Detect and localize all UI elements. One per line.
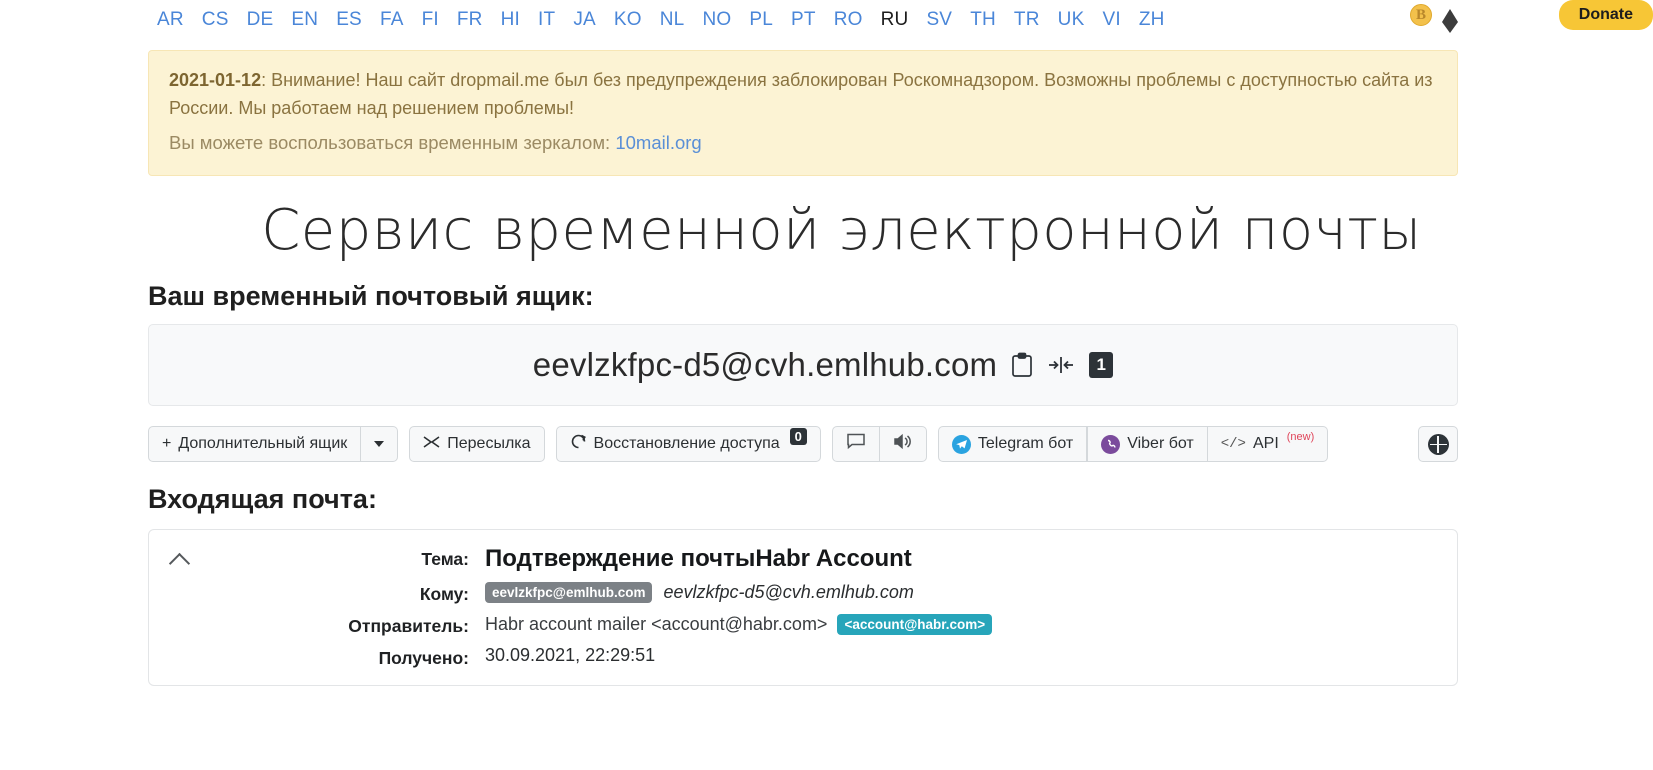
lang-link-ru[interactable]: RU <box>872 9 918 31</box>
lang-link-ro[interactable]: RO <box>825 9 872 31</box>
lang-link-uk[interactable]: UK <box>1049 9 1094 31</box>
chat-bubble-icon <box>846 433 866 455</box>
page-title: Сервис временной электронной почты <box>261 198 1422 264</box>
bitcoin-icon[interactable]: B <box>1410 4 1432 26</box>
restore-access-button[interactable]: Восстановление доступа 0 <box>555 426 821 463</box>
mail-list-item[interactable]: Тема: Подтверждение почтыHabr Account Ко… <box>148 529 1458 686</box>
mail-to-address: eevlzkfpc-d5@cvh.emlhub.com <box>663 581 914 602</box>
mail-header-fields: Тема: Подтверждение почтыHabr Account Ко… <box>209 545 993 668</box>
mail-sender-row: Habr account mailer <account@habr.com> <… <box>485 613 993 635</box>
viber-label: Viber бот <box>1127 435 1194 453</box>
forward-button[interactable]: Пересылка <box>409 426 545 463</box>
notice-mirror-text: Вы можете воспользоваться временным зерк… <box>169 131 616 153</box>
lang-link-es[interactable]: ES <box>327 9 371 31</box>
mail-to-row: eevlzkfpc@emlhub.com eevlzkfpc-d5@cvh.em… <box>485 581 992 603</box>
donate-button[interactable]: Donate <box>1558 0 1653 30</box>
bots-group: Telegram бот Viber бот </> API (new) <box>937 426 1329 463</box>
sender-label: Отправитель: <box>348 615 469 636</box>
api-button[interactable]: </> API (new) <box>1207 426 1329 463</box>
lang-link-ko[interactable]: KO <box>605 9 651 31</box>
globe-settings-icon <box>1427 433 1449 455</box>
add-extra-mailbox-button[interactable]: + Дополнительный ящик <box>148 426 362 463</box>
lang-link-pt[interactable]: PT <box>782 9 825 31</box>
refresh-icon <box>570 434 587 454</box>
lang-link-ar[interactable]: AR <box>148 9 193 31</box>
lang-link-fi[interactable]: FI <box>413 9 448 31</box>
forward-label: Пересылка <box>447 435 531 453</box>
chat-bubble-icon-button[interactable] <box>831 426 880 463</box>
shuffle-icon <box>423 435 440 454</box>
api-label: API <box>1252 435 1279 453</box>
lang-link-de[interactable]: DE <box>238 9 283 31</box>
lang-link-it[interactable]: IT <box>529 9 564 31</box>
notice-mirror-line: Вы можете воспользоваться временным зерк… <box>169 129 1437 158</box>
mail-subject: Подтверждение почтыHabr Account <box>485 545 912 573</box>
notification-group <box>831 426 927 463</box>
mailbox-address[interactable]: eevlzkfpc-d5@cvh.emlhub.com <box>533 346 997 384</box>
restore-label: Восстановление доступа <box>593 435 780 453</box>
language-switcher: AR CS DE EN ES FA FI FR HI IT JA KO NL N… <box>148 9 1174 31</box>
viber-bot-button[interactable]: Viber бот <box>1087 426 1208 463</box>
subject-label: Тема: <box>421 549 469 570</box>
to-mailbox-chip: eevlzkfpc@emlhub.com <box>485 581 653 603</box>
mailbox-count-badge: 1 <box>1089 352 1114 379</box>
extra-mailbox-group: + Дополнительный ящик <box>148 426 399 463</box>
lang-link-nl[interactable]: NL <box>651 9 694 31</box>
lang-link-sv[interactable]: SV <box>917 9 961 31</box>
lang-link-ja[interactable]: JA <box>564 9 605 31</box>
extra-mailbox-label: Дополнительный ящик <box>178 435 348 453</box>
donation-area: B <box>1410 4 1458 33</box>
sender-address-chip: <account@habr.com> <box>837 613 993 635</box>
site-notice-banner: 2021-01-12: Внимание! Наш сайт dropmail.… <box>148 50 1458 177</box>
mailbox-panel: eevlzkfpc-d5@cvh.emlhub.com 1 <box>148 324 1458 407</box>
telegram-icon <box>951 434 971 454</box>
telegram-bot-button[interactable]: Telegram бот <box>937 426 1088 463</box>
notice-main-text: 2021-01-12: Внимание! Наш сайт dropmail.… <box>169 67 1437 123</box>
mirror-link[interactable]: 10mail.org <box>615 132 701 153</box>
lang-link-fr[interactable]: FR <box>448 9 492 31</box>
lang-link-hi[interactable]: HI <box>492 9 529 31</box>
lang-link-zh[interactable]: ZH <box>1130 9 1174 31</box>
notice-body: : Внимание! Наш сайт dropmail.me был без… <box>169 70 1433 118</box>
speaker-icon <box>893 433 913 455</box>
telegram-label: Telegram бот <box>977 435 1074 453</box>
chevron-down-icon <box>374 441 385 448</box>
lang-link-fa[interactable]: FA <box>371 9 413 31</box>
mailbox-toolbar: + Дополнительный ящик Пересылка Восстано… <box>148 426 1458 463</box>
lang-link-cs[interactable]: CS <box>193 9 238 31</box>
mail-sender-name: Habr account mailer <account@habr.com> <box>485 613 828 634</box>
lang-link-no[interactable]: NO <box>693 9 740 31</box>
lang-link-vi[interactable]: VI <box>1093 9 1129 31</box>
sound-toggle-button[interactable] <box>879 426 927 463</box>
lang-link-tr[interactable]: TR <box>1005 9 1049 31</box>
ethereum-icon[interactable] <box>1442 8 1458 33</box>
top-language-bar: AR CS DE EN ES FA FI FR HI IT JA KO NL N… <box>0 0 1653 40</box>
collapse-column <box>149 546 209 668</box>
lang-link-en[interactable]: EN <box>282 9 327 31</box>
chevron-up-icon[interactable] <box>168 553 190 575</box>
code-brackets-icon: </> <box>1220 436 1246 453</box>
plus-icon: + <box>162 435 172 453</box>
lang-link-th[interactable]: TH <box>961 9 1005 31</box>
lang-link-pl[interactable]: PL <box>740 9 782 31</box>
api-new-badge: (new) <box>1286 431 1315 444</box>
clipboard-icon[interactable] <box>1011 352 1033 378</box>
inbox-heading: Входящая почта: <box>148 484 377 515</box>
mailbox-heading: Ваш временный почтовый ящик: <box>148 281 594 312</box>
received-label: Получено: <box>378 647 469 668</box>
restore-count-badge: 0 <box>789 427 807 445</box>
settings-button[interactable] <box>1418 426 1458 463</box>
mail-received-time: 30.09.2021, 22:29:51 <box>485 644 656 665</box>
to-label: Кому: <box>419 583 469 604</box>
extra-mailbox-dropdown-button[interactable] <box>361 426 399 463</box>
compress-arrows-icon[interactable] <box>1047 355 1075 375</box>
notice-date: 2021-01-12 <box>169 70 262 90</box>
viber-icon <box>1101 434 1121 454</box>
